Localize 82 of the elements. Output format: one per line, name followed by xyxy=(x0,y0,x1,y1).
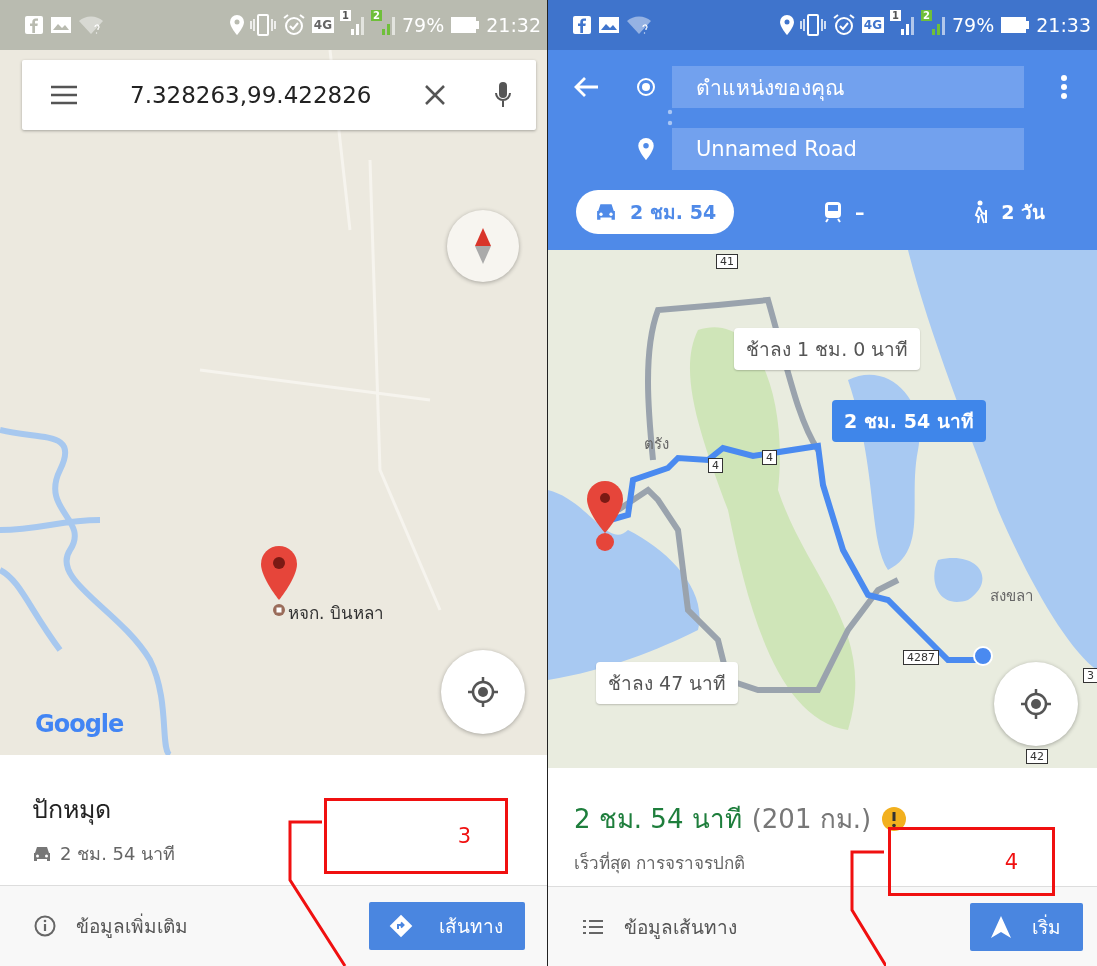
alarm-icon xyxy=(831,13,856,37)
location-pin-icon xyxy=(779,15,794,35)
alarm-icon xyxy=(281,13,306,37)
warning-icon[interactable] xyxy=(881,805,908,832)
road-number-shield: 4287 xyxy=(903,650,939,665)
destination-field[interactable]: Unnamed Road xyxy=(672,128,1024,170)
route-distance: (201 กม.) xyxy=(751,803,872,836)
clock-time: 21:33 xyxy=(1036,14,1091,36)
signal-icon xyxy=(932,15,946,35)
route-time-label[interactable]: 2 ชม. 54 นาที xyxy=(832,400,986,442)
route-time-label[interactable]: ช้าลง 47 นาที xyxy=(596,662,739,704)
business-marker-icon xyxy=(272,603,286,617)
road-number-shield: 4 xyxy=(708,458,723,473)
battery-percent: 79% xyxy=(952,14,995,36)
map-view[interactable]: 7.328263,99.422826 หจก. บินหลา Google xyxy=(0,50,547,755)
search-field[interactable]: 7.328263,99.422826 xyxy=(22,60,536,130)
destination-pin-icon xyxy=(636,138,656,160)
map-pin-icon xyxy=(586,480,624,552)
wifi-icon xyxy=(78,15,104,35)
facebook-icon xyxy=(572,15,592,35)
map-pin-icon xyxy=(260,545,298,601)
list-icon xyxy=(582,917,604,936)
navigation-arrow-icon xyxy=(990,914,1012,939)
road-number-shield: 42 xyxy=(1026,749,1048,764)
image-icon xyxy=(598,16,620,34)
road-number-shield: 3 xyxy=(1083,668,1097,683)
info-icon xyxy=(34,915,56,937)
annotation-box: 4 xyxy=(888,827,1055,896)
more-options-icon[interactable] xyxy=(1060,74,1068,100)
route-connector-icon xyxy=(667,109,673,127)
facebook-icon xyxy=(24,15,44,35)
google-logo: Google xyxy=(35,710,124,738)
travel-mode-tab[interactable]: 2 วัน xyxy=(953,190,1063,234)
battery-icon xyxy=(1000,16,1031,34)
signal-icon xyxy=(351,15,366,35)
signal-icon xyxy=(382,15,396,35)
train-icon xyxy=(822,201,843,223)
my-location-icon xyxy=(1020,688,1052,720)
road-number-shield: 41 xyxy=(716,254,738,269)
my-location-button[interactable] xyxy=(441,650,525,734)
image-icon xyxy=(50,16,72,34)
current-location-dot xyxy=(973,646,993,666)
annotation-box: 3 xyxy=(324,798,508,874)
origin-dot-icon xyxy=(636,77,656,97)
road-number-shield: 4 xyxy=(762,450,777,465)
sim-slot-number: 1 xyxy=(890,10,902,21)
directions-button[interactable]: เส้นทาง xyxy=(369,902,525,950)
car-icon xyxy=(594,202,618,222)
clock-time: 21:32 xyxy=(486,14,541,36)
microphone-icon[interactable] xyxy=(494,81,512,109)
battery-percent: 79% xyxy=(402,14,445,36)
vibrate-icon xyxy=(249,14,276,36)
network-type-badge: 4G xyxy=(311,17,335,33)
travel-mode-tab[interactable]: – xyxy=(804,190,883,234)
battery-icon xyxy=(450,16,481,34)
route-duration: 2 ชม. 54 นาที xyxy=(574,803,742,836)
menu-icon[interactable] xyxy=(50,85,78,105)
sim-slot-number: 2 xyxy=(921,10,932,21)
sim-slot-number: 2 xyxy=(371,10,382,21)
town-label: สงขลา xyxy=(990,586,1033,607)
compass-button[interactable] xyxy=(447,210,519,282)
sim-slot-number: 1 xyxy=(340,10,352,21)
car-icon xyxy=(32,844,52,863)
drive-time: 2 ชม. 54 นาที xyxy=(60,842,176,866)
location-pin-icon xyxy=(229,15,244,35)
wifi-icon xyxy=(626,15,652,35)
my-location-icon xyxy=(467,676,499,708)
network-type-badge: 4G xyxy=(861,17,885,33)
route-time-label[interactable]: ช้าลง 1 ชม. 0 นาที xyxy=(734,328,921,370)
place-title: ปักหมุด xyxy=(32,794,112,827)
signal-icon xyxy=(901,15,916,35)
travel-mode-tab[interactable]: 2 ชม. 54 xyxy=(576,190,735,234)
search-value: 7.328263,99.422826 xyxy=(129,82,373,108)
more-info-link[interactable]: ข้อมูลเพิ่มเติม xyxy=(34,911,188,941)
vibrate-icon xyxy=(799,14,826,36)
close-icon[interactable] xyxy=(424,84,446,106)
my-location-button[interactable] xyxy=(994,662,1078,746)
route-steps-link[interactable]: ข้อมูลเส้นทาง xyxy=(582,911,737,942)
origin-field[interactable]: ตำแหน่งของคุณ xyxy=(672,66,1024,108)
route-note: เร็วที่สุด การจราจรปกติ xyxy=(574,850,746,876)
place-label: หจก. บินหลา xyxy=(288,602,384,625)
start-button[interactable]: เริ่ม xyxy=(970,902,1083,951)
